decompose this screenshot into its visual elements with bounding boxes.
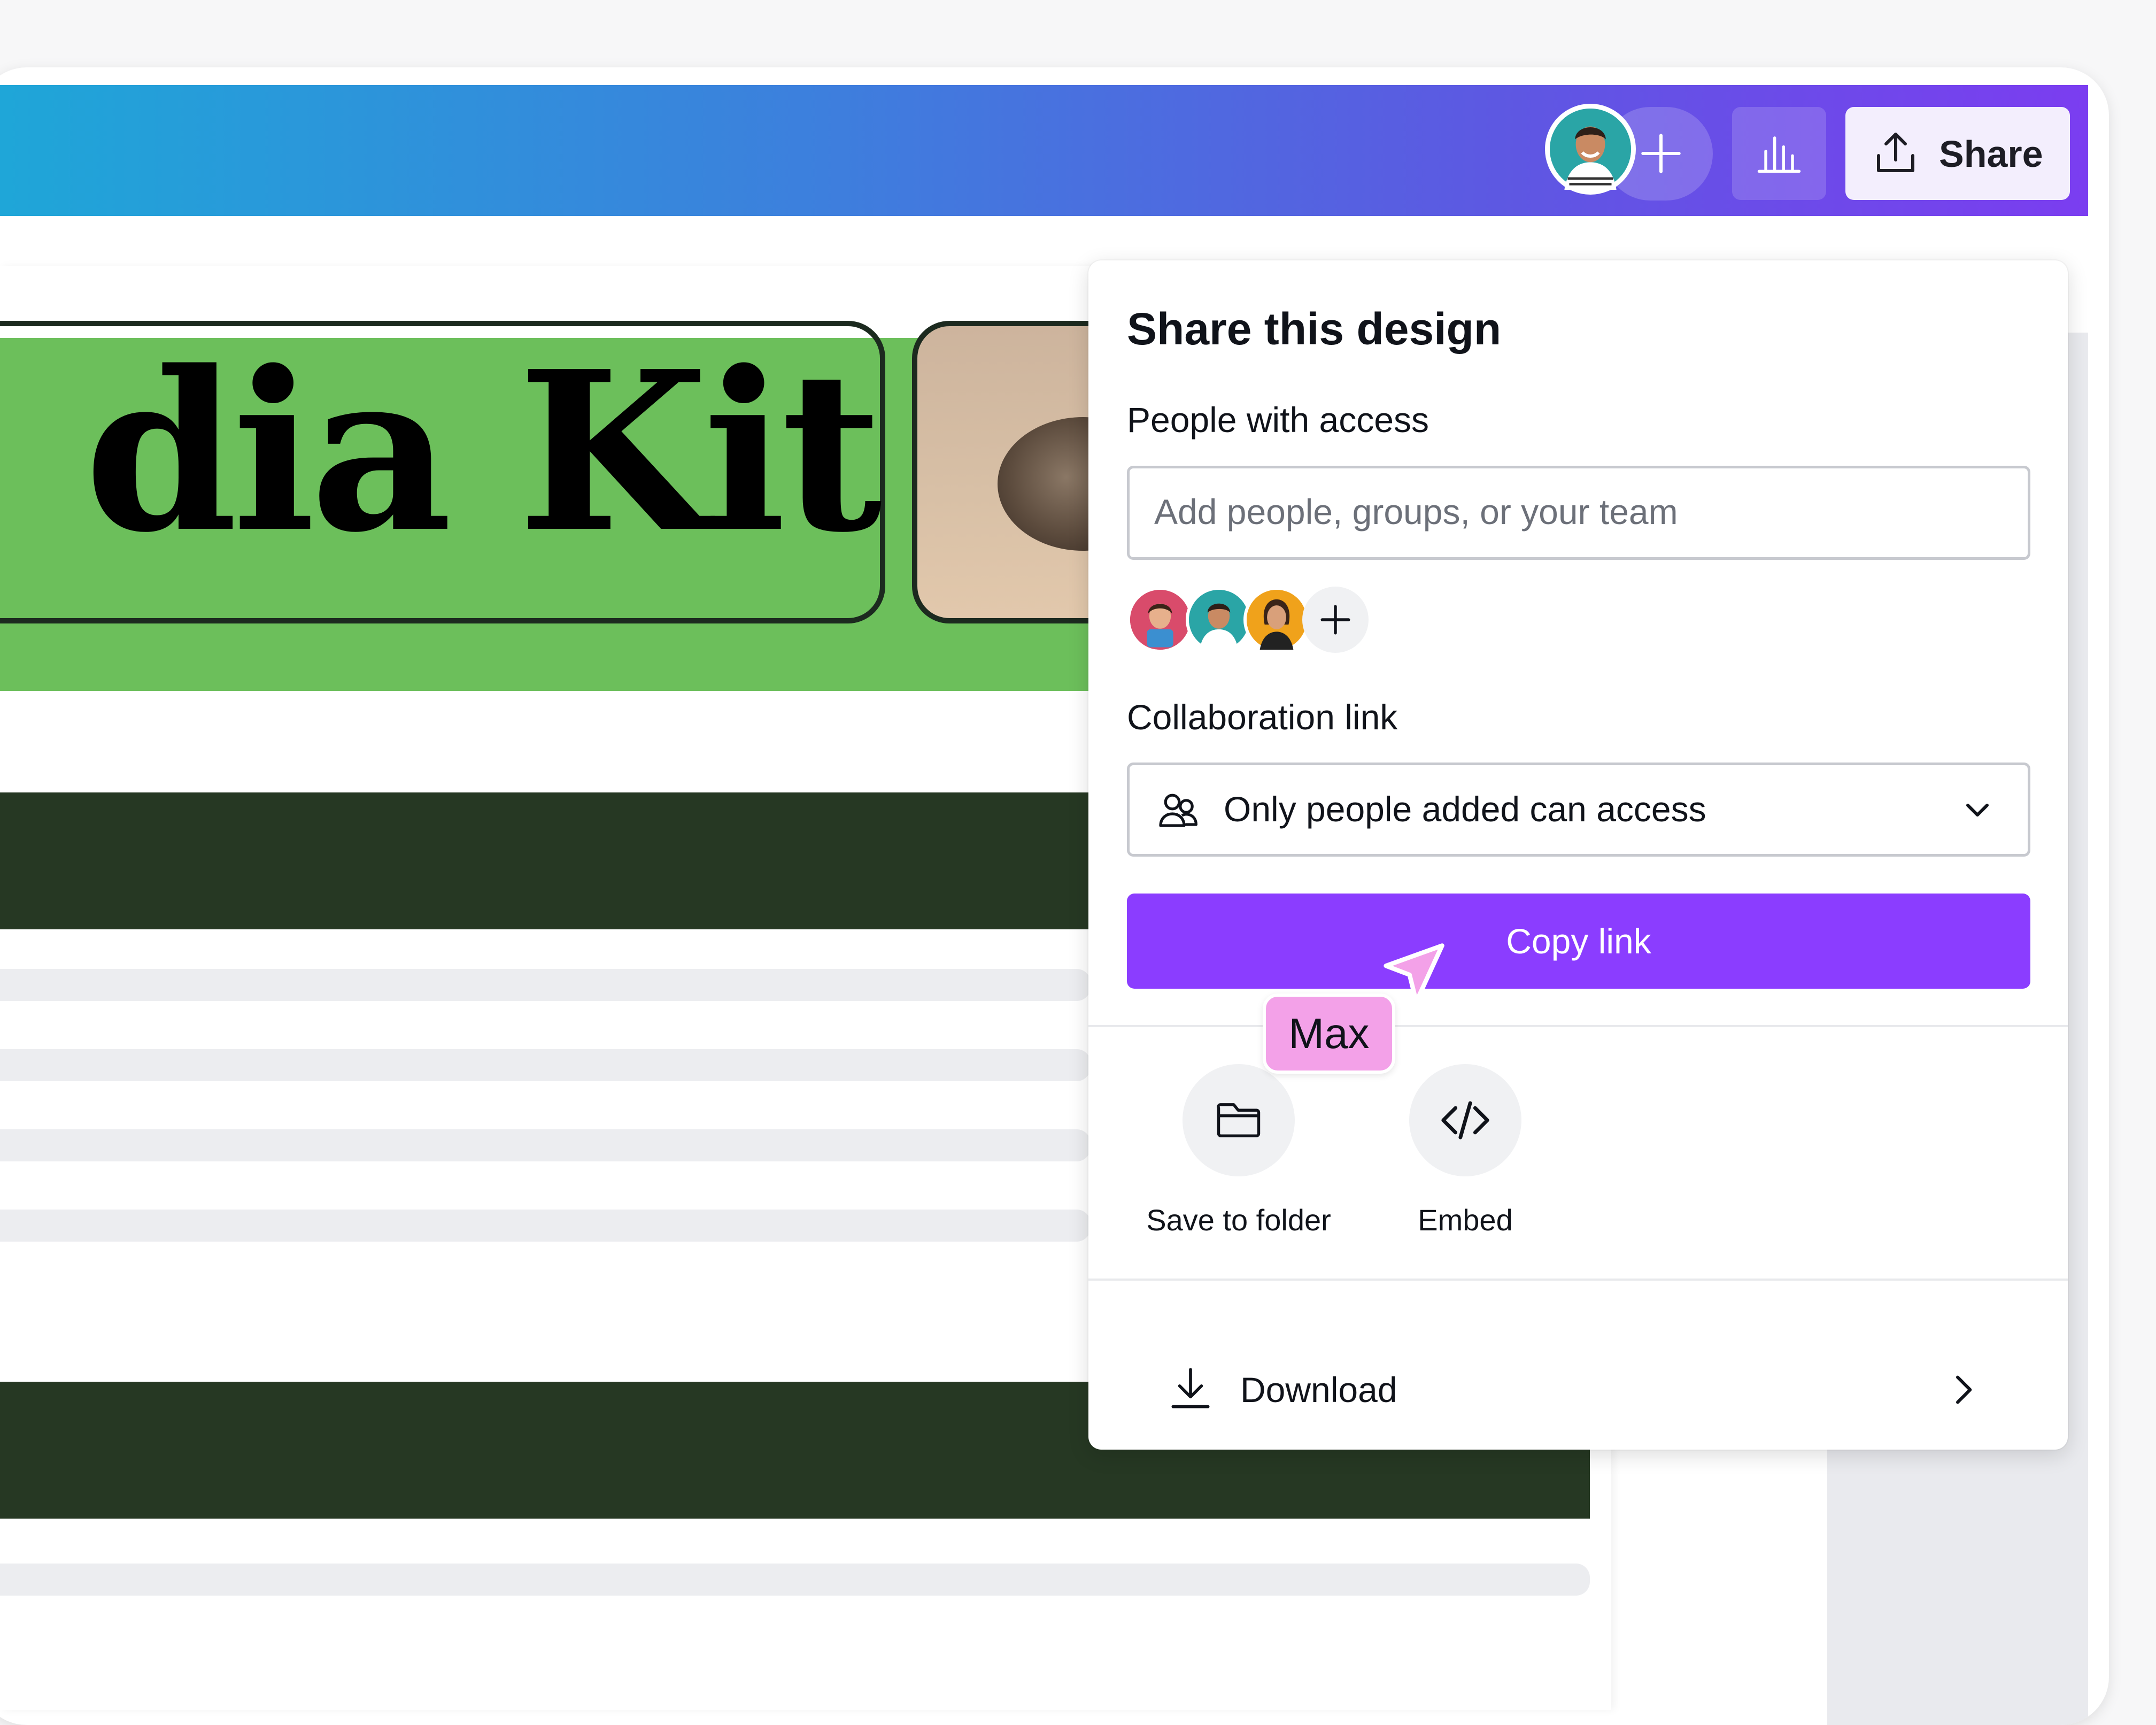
text-line-placeholder	[0, 1129, 1091, 1161]
insights-button[interactable]	[1732, 107, 1826, 200]
chevron-right-icon	[1956, 1375, 1972, 1404]
people-icon	[1159, 794, 1197, 827]
bar-chart-icon	[1757, 136, 1801, 173]
collab-link-label: Collaboration link	[1127, 697, 1398, 737]
folder-icon	[1217, 1103, 1261, 1137]
avatar-face-icon	[1550, 109, 1631, 190]
embed-button[interactable]	[1409, 1064, 1521, 1176]
add-person-button[interactable]	[1302, 587, 1369, 653]
collaborator-name-tag: Max	[1263, 994, 1395, 1074]
collaborator-avatar[interactable]	[1243, 587, 1310, 653]
upload-icon	[1877, 133, 1914, 172]
panel-divider	[1088, 1025, 2068, 1027]
download-label: Download	[1240, 1370, 1397, 1410]
people-access-label: People with access	[1127, 400, 1429, 440]
plus-icon	[1641, 134, 1681, 173]
text-line-placeholder	[0, 1564, 1590, 1596]
collaborator-avatar[interactable]	[1127, 587, 1193, 653]
access-dropdown[interactable]: Only people added can access	[1127, 763, 2030, 857]
people-input-field[interactable]	[1127, 466, 2030, 560]
user-avatar[interactable]	[1545, 104, 1636, 195]
copy-link-button[interactable]: Copy link	[1127, 894, 2030, 989]
panel-title: Share this design	[1127, 304, 1502, 354]
panel-divider	[1088, 1279, 2068, 1281]
download-icon	[1171, 1368, 1210, 1408]
text-line-placeholder	[0, 1049, 1091, 1081]
share-button[interactable]: Share	[1845, 107, 2070, 200]
save-to-folder-button[interactable]	[1183, 1064, 1295, 1176]
person-avatar-icon	[1247, 590, 1307, 650]
chevron-down-icon	[1966, 804, 1989, 817]
person-avatar-icon	[1130, 590, 1190, 650]
people-input[interactable]	[1153, 491, 2000, 533]
plus-icon	[1320, 605, 1350, 635]
dark-banner	[0, 792, 1091, 929]
share-button-label: Share	[1939, 133, 2043, 175]
access-value: Only people added can access	[1224, 789, 1706, 829]
design-title: dia Kit	[84, 323, 882, 581]
share-panel: Share this design People with access Add…	[1088, 260, 2068, 1450]
text-line-placeholder	[0, 1210, 1091, 1242]
person-avatar-icon	[1189, 590, 1249, 650]
collaborator-avatar[interactable]	[1186, 587, 1252, 653]
embed-label: Embed	[1418, 1203, 1513, 1237]
download-row[interactable]: Download	[1088, 1330, 2068, 1450]
text-line-placeholder	[0, 969, 1091, 1001]
code-icon	[1441, 1101, 1489, 1139]
save-to-folder-label: Save to folder	[1146, 1203, 1331, 1237]
